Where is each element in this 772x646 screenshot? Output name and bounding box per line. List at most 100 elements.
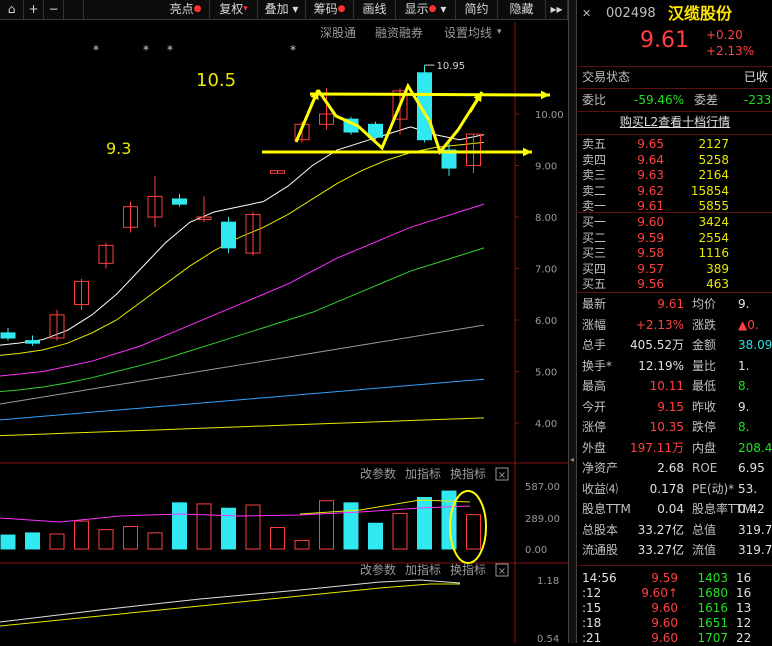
zoom-out-button[interactable]: −: [44, 0, 64, 19]
bid-label: 买二: [582, 230, 607, 245]
tick-time: :12: [582, 586, 602, 600]
stat-value: 197.11万: [630, 440, 684, 455]
bid-volume: 1116: [698, 246, 729, 260]
resistance-arrow: [309, 92, 551, 97]
stock-code: 002498: [606, 6, 656, 21]
tick-time: :18: [582, 616, 602, 630]
volume-bar: [245, 504, 261, 550]
stat-label: 换手*: [582, 358, 613, 373]
stat-value: 208.41: [738, 440, 772, 455]
price-axis-label: 6.00: [535, 316, 557, 327]
stat-value: 405.52万: [630, 338, 684, 352]
zoom-in-button[interactable]: +: [24, 0, 44, 19]
ask-row[interactable]: 卖二 9.62 15854: [578, 183, 772, 199]
stat-value: 10.11: [649, 379, 684, 393]
tick-row: 14:56 9.59 1403 16: [578, 571, 772, 586]
annotation-9-3: 9.3: [106, 139, 131, 158]
bid-row[interactable]: 买五 9.56 463: [578, 276, 772, 292]
ma10-line: [0, 141, 485, 356]
order-diff-value: -233: [744, 93, 772, 107]
divider: [578, 212, 772, 213]
bid-row[interactable]: 买四 9.57 389: [578, 261, 772, 277]
collapse-arrow-icon[interactable]: ◂: [570, 455, 574, 464]
ma120-line: [0, 378, 485, 421]
lock-icon[interactable]: ⌂: [0, 0, 24, 19]
stat-value: 38.09: [738, 338, 772, 352]
volume-bar: [172, 502, 187, 550]
ask-volume: 5258: [698, 152, 729, 167]
stat-label: 净资产: [582, 461, 619, 475]
highlight-button[interactable]: 亮点●: [162, 0, 210, 19]
ask-price: 9.65: [637, 137, 664, 151]
event-star-icon: *: [143, 43, 149, 57]
stat-value: 9.15: [657, 399, 684, 414]
osc-line-1: [0, 579, 461, 623]
ask-label: 卖三: [582, 168, 607, 182]
volume-bar: [417, 496, 432, 550]
chips-button[interactable]: 筹码●: [306, 0, 354, 19]
tick-time: :15: [582, 601, 602, 615]
bid-row[interactable]: 买三 9.58 1116: [578, 245, 772, 261]
ma250-line: [0, 417, 485, 437]
osc-axis-label: 0.54: [537, 634, 559, 643]
bid-volume: 2554: [698, 230, 729, 245]
stat-label: 总股本: [582, 522, 619, 537]
event-star-icon: *: [167, 43, 173, 57]
tick-count: 16: [736, 586, 752, 600]
toolbar: ⌂ + − 亮点● 复权▾ 叠加 ▾ 筹码● 画线 显示● ▾ 简约 隐藏 ▸▸: [0, 0, 568, 20]
vol-header-item: 加指标: [405, 466, 441, 481]
stat-label: 跌停: [692, 420, 717, 434]
candle: [0, 332, 16, 339]
stat-row: 换手* 12.19% 量比 1.: [578, 357, 772, 376]
stat-row: 涨停 10.35 跌停 8.: [578, 418, 772, 437]
stat-value: 319.7: [738, 522, 772, 537]
tick-volume: 1680: [697, 586, 728, 600]
ask-price: 9.62: [637, 183, 664, 198]
volume-bar: [49, 533, 65, 550]
price-axis-label: 9.00: [535, 162, 557, 173]
osc-line-2: [0, 583, 460, 627]
bid-row[interactable]: 买一 9.60 3424: [578, 214, 772, 230]
ask-price: 9.63: [637, 168, 664, 182]
ask-label: 卖二: [582, 183, 607, 198]
price-change: +0.20: [706, 28, 743, 42]
volume-bar: [270, 527, 285, 550]
close-icon[interactable]: ✕: [582, 4, 591, 23]
ask-row[interactable]: 卖三 9.63 2164: [578, 167, 772, 183]
ask-row[interactable]: 卖五 9.65 2127: [578, 136, 772, 152]
tick-volume: 1616: [697, 601, 728, 615]
volume-bar: [319, 500, 334, 550]
stat-label: 涨幅: [582, 317, 607, 332]
volume-bar: [392, 513, 408, 550]
tick-list: 14:56 9.59 1403 16:12 9.60↑ 1680 16:15 9.60 1616…: [578, 567, 772, 645]
tick-price: 9.59: [651, 571, 678, 585]
tick-count: 22: [736, 631, 752, 645]
simple-button[interactable]: 简约: [456, 0, 498, 19]
candle: [368, 123, 383, 138]
stock-name: 汉缆股份: [668, 4, 733, 23]
stat-value: 8.: [738, 379, 750, 393]
stat-value: 33.27亿: [637, 522, 684, 537]
tick-price: 9.60: [651, 616, 678, 630]
stat-label: ROE: [692, 461, 718, 475]
stat-value: 0.42: [738, 502, 765, 516]
display-button[interactable]: 显示● ▾: [396, 0, 456, 19]
adjust-button[interactable]: 复权▾: [210, 0, 258, 19]
kline-chart[interactable]: 10.00 9.00 8.00 7.00 6.00 5.00 4.00 * * * * 10.5 9.3…: [0, 22, 568, 645]
ask-price: 9.64: [637, 152, 664, 167]
draw-line-button[interactable]: 画线: [354, 0, 396, 19]
chart-svg: 10.00 9.00 8.00 7.00 6.00 5.00 4.00 * * * * 10.5 9.3…: [0, 22, 568, 645]
bid-price: 9.59: [637, 230, 664, 245]
ask-row[interactable]: 卖四 9.64 5258: [578, 152, 772, 168]
expand-icon[interactable]: ▸▸: [546, 0, 568, 19]
panel-splitter[interactable]: ◂: [568, 0, 577, 643]
vol-header-item: 换指标: [450, 466, 486, 481]
overlay-button[interactable]: 叠加 ▾: [258, 0, 306, 19]
l2-buy-link[interactable]: 购买L2查看十档行情: [578, 113, 772, 132]
bid-row[interactable]: 买二 9.59 2554: [578, 230, 772, 246]
hide-button[interactable]: 隐藏: [498, 0, 546, 19]
stat-row: 今开 9.15 昨收 9.: [578, 398, 772, 417]
stat-value: 8.: [738, 420, 750, 434]
bid-label: 买三: [582, 246, 607, 260]
stat-label: 今开: [582, 399, 607, 414]
